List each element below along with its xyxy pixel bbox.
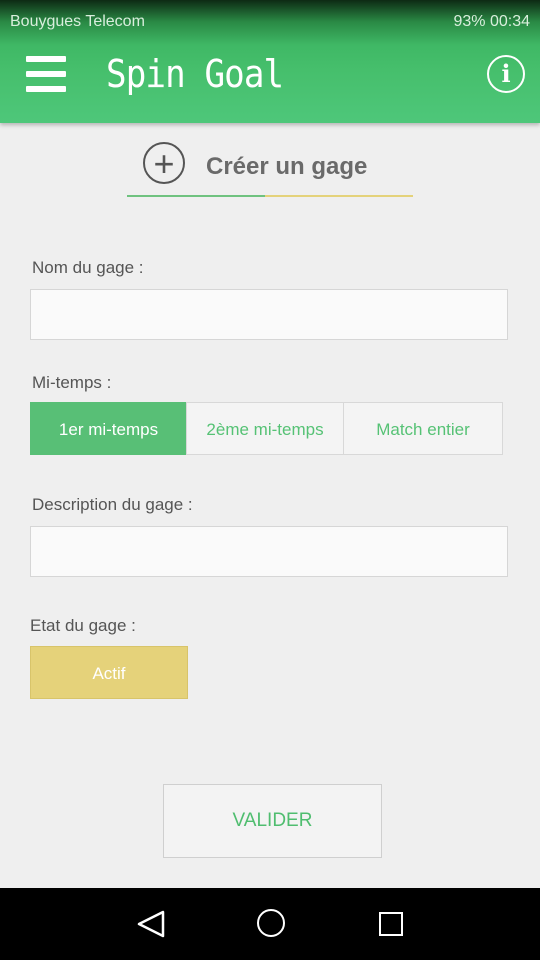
hamburger-menu-icon[interactable] bbox=[26, 56, 66, 94]
description-input[interactable] bbox=[30, 526, 508, 577]
clock: 00:34 bbox=[489, 13, 530, 30]
period-label: Mi-temps : bbox=[32, 373, 112, 392]
state-label: Etat du gage : bbox=[30, 616, 136, 635]
back-icon[interactable] bbox=[135, 909, 167, 939]
validate-button[interactable]: VALIDER bbox=[163, 784, 382, 858]
header-underline-yellow bbox=[265, 195, 413, 197]
state-toggle-button[interactable]: Actif bbox=[30, 646, 188, 699]
home-icon[interactable] bbox=[257, 909, 285, 937]
gage-name-label: Nom du gage : bbox=[32, 258, 144, 277]
period-option-second-half[interactable]: 2ème mi-temps bbox=[186, 402, 344, 455]
form-title: Créer un gage bbox=[206, 153, 368, 180]
plus-circle-icon: + bbox=[143, 142, 185, 184]
app-title: Spin Goal bbox=[106, 52, 284, 96]
status-bar: Bouygues Telecom 93% 00:34 bbox=[0, 0, 540, 44]
period-option-first-half[interactable]: 1er mi-temps bbox=[30, 402, 187, 455]
carrier-name: Bouygues Telecom bbox=[10, 13, 145, 30]
description-label: Description du gage : bbox=[32, 495, 193, 514]
create-gage-header: + Créer un gage bbox=[127, 140, 413, 198]
period-option-full-match[interactable]: Match entier bbox=[343, 402, 503, 455]
info-icon[interactable]: i bbox=[487, 55, 525, 93]
gage-name-input[interactable] bbox=[30, 289, 508, 340]
battery-level: 93% bbox=[453, 13, 486, 30]
status-right: 93% 00:34 bbox=[453, 13, 530, 31]
recent-apps-icon[interactable] bbox=[379, 912, 403, 936]
app-header: Bouygues Telecom 93% 00:34 Spin Goal i bbox=[0, 0, 540, 123]
header-underline-green bbox=[127, 195, 265, 197]
